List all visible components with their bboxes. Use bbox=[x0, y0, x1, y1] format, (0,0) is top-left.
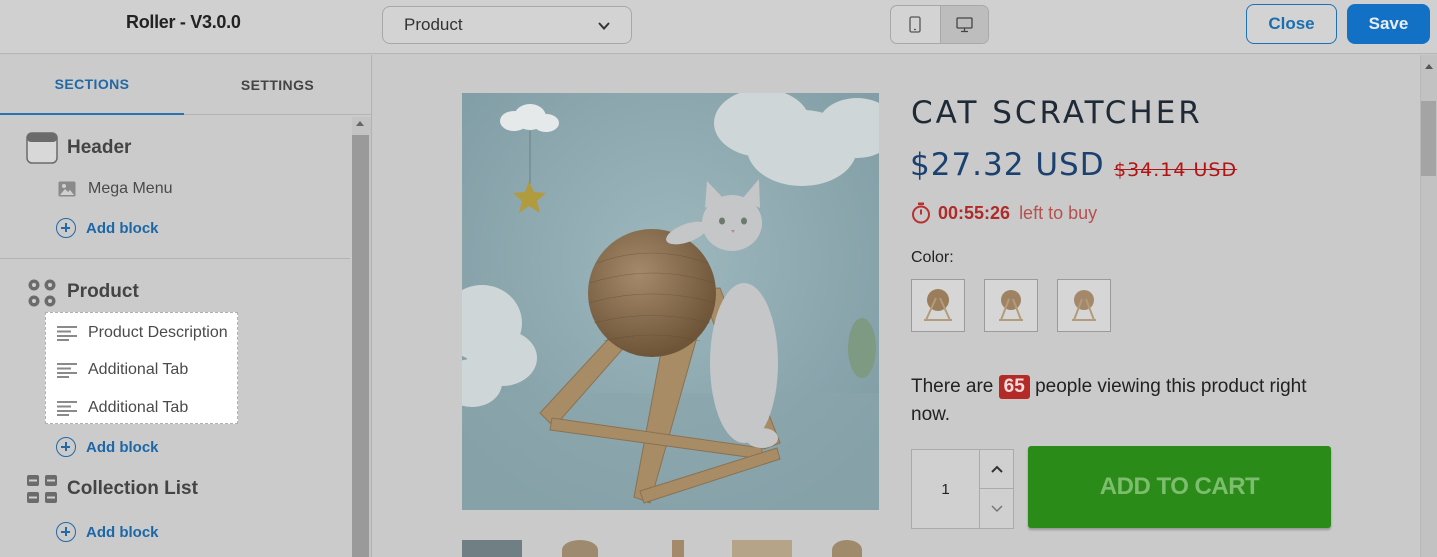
quantity-stepper: 1 bbox=[911, 449, 1014, 529]
quantity-increase-button[interactable] bbox=[980, 450, 1013, 489]
color-swatch[interactable] bbox=[1057, 279, 1111, 332]
save-button[interactable]: Save bbox=[1347, 4, 1430, 44]
countdown-timer: 00:55:26 left to buy bbox=[911, 202, 1097, 224]
section-title-header[interactable]: Header bbox=[67, 137, 131, 159]
add-block-button-header[interactable]: Add block bbox=[56, 218, 159, 238]
product-title: CAT SCRATCHER bbox=[911, 95, 1203, 131]
color-swatch[interactable] bbox=[911, 279, 965, 332]
cat-scratcher-photo bbox=[462, 93, 879, 510]
chevron-down-icon bbox=[598, 22, 610, 30]
quantity-decrease-button[interactable] bbox=[980, 489, 1013, 528]
stopwatch-icon bbox=[912, 202, 930, 224]
page-type-select-value: Product bbox=[404, 15, 463, 34]
tab-sections[interactable]: SECTIONS bbox=[0, 55, 184, 115]
plus-circle-icon bbox=[56, 522, 76, 542]
block-item-label: Additional Tab bbox=[88, 361, 189, 378]
swatch-thumbnail bbox=[1072, 290, 1096, 321]
swatch-thumbnail bbox=[924, 289, 952, 321]
text-lines-icon bbox=[57, 398, 77, 418]
block-item-product-description[interactable]: Product Description bbox=[57, 323, 228, 343]
add-block-label: Add block bbox=[86, 523, 159, 541]
block-item-label: Additional Tab bbox=[88, 399, 189, 416]
add-block-button-product[interactable]: Add block bbox=[56, 437, 159, 457]
block-item-label: Mega Menu bbox=[88, 180, 173, 197]
product-price: $27.32 USD bbox=[910, 147, 1105, 183]
scroll-up-arrow-icon[interactable] bbox=[356, 121, 364, 126]
chevron-down-icon bbox=[990, 504, 1003, 512]
product-compare-price: $34.14 USD bbox=[1114, 159, 1238, 181]
quantity-input[interactable]: 1 bbox=[912, 450, 980, 528]
collection-list-icon bbox=[27, 475, 57, 503]
close-button[interactable]: Close bbox=[1246, 4, 1337, 44]
text-lines-icon bbox=[57, 323, 77, 343]
text-lines-icon bbox=[57, 360, 77, 380]
add-block-button-collection-list[interactable]: Add block bbox=[56, 522, 159, 542]
swatch-thumbnail bbox=[999, 290, 1023, 321]
mobile-view-button[interactable] bbox=[891, 6, 940, 43]
product-thumbnail[interactable] bbox=[462, 540, 522, 557]
add-block-label: Add block bbox=[86, 438, 159, 456]
product-thumbnail-strip bbox=[462, 540, 882, 557]
color-option-label: Color: bbox=[911, 249, 954, 266]
scroll-up-arrow-icon[interactable] bbox=[1425, 64, 1433, 69]
mobile-icon bbox=[909, 16, 921, 33]
image-icon bbox=[57, 179, 77, 199]
desktop-icon bbox=[956, 16, 973, 32]
section-divider bbox=[0, 258, 350, 259]
plus-circle-icon bbox=[56, 218, 76, 238]
add-block-label: Add block bbox=[86, 219, 159, 237]
add-to-cart-button[interactable]: ADD TO CART bbox=[1028, 446, 1331, 528]
section-title-product[interactable]: Product bbox=[67, 281, 139, 303]
block-item-label: Product Description bbox=[88, 324, 228, 341]
product-main-image[interactable] bbox=[462, 93, 879, 510]
device-toggle bbox=[890, 5, 989, 44]
viewers-prefix: There are bbox=[911, 376, 994, 397]
chevron-up-icon bbox=[990, 465, 1003, 473]
store-preview: CAT SCRATCHER $27.32 USD $34.14 USD 00:5… bbox=[373, 55, 1420, 557]
product-thumbnail[interactable] bbox=[562, 540, 598, 557]
header-section-icon bbox=[26, 132, 58, 164]
preview-scrollbar-thumb[interactable] bbox=[1421, 101, 1436, 176]
product-grid-icon bbox=[28, 279, 56, 307]
top-bar: Roller - V3.0.0 Product Close Save bbox=[0, 0, 1437, 54]
viewers-count-badge: 65 bbox=[998, 375, 1030, 399]
app-title: Roller - V3.0.0 bbox=[126, 12, 241, 32]
product-thumbnail[interactable] bbox=[732, 540, 792, 557]
section-title-collection-list[interactable]: Collection List bbox=[67, 478, 198, 500]
color-swatch[interactable] bbox=[984, 279, 1038, 332]
block-item-additional-tab[interactable]: Additional Tab bbox=[57, 360, 188, 380]
plus-circle-icon bbox=[56, 437, 76, 457]
block-item-additional-tab[interactable]: Additional Tab bbox=[57, 398, 188, 418]
sidebar-scrollbar-thumb[interactable] bbox=[352, 135, 369, 557]
product-thumbnail[interactable] bbox=[672, 540, 684, 557]
sidebar: SECTIONS SETTINGS Header Mega Menu Add b… bbox=[0, 55, 372, 557]
sidebar-tabs: SECTIONS SETTINGS bbox=[0, 55, 371, 115]
block-item-mega-menu[interactable]: Mega Menu bbox=[57, 179, 173, 199]
page-type-select[interactable]: Product bbox=[382, 6, 632, 44]
countdown-time: 00:55:26 bbox=[938, 202, 1011, 223]
live-viewers-notice: There are 65 people viewing this product… bbox=[911, 373, 1341, 429]
desktop-view-button[interactable] bbox=[939, 6, 988, 43]
tab-settings[interactable]: SETTINGS bbox=[184, 55, 371, 115]
countdown-suffix: left to buy bbox=[1019, 202, 1098, 223]
product-thumbnail[interactable] bbox=[832, 540, 862, 557]
